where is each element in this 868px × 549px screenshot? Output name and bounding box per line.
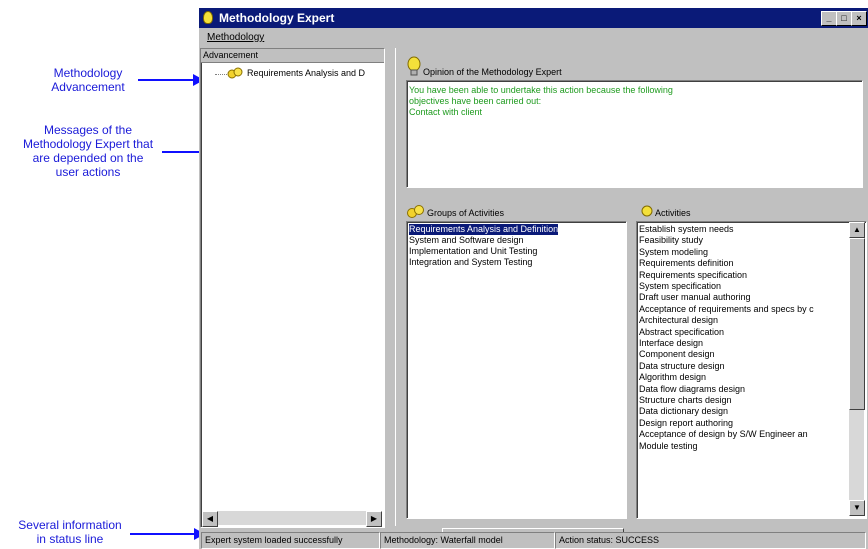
activity-item[interactable]: Structure charts design [639,395,732,406]
group-item[interactable]: Implementation and Unit Testing [409,246,537,257]
status-bar: Expert system loaded successfully Method… [199,530,868,549]
activity-item[interactable]: Data structure design [639,361,725,372]
scroll-down-button[interactable]: ▼ [849,500,865,516]
activity-item[interactable]: Draft user manual authoring [639,292,751,303]
activity-item[interactable]: Requirements specification [639,270,747,281]
right-area: Opinion of the Methodology Expert You ha… [395,48,868,548]
activities-bulb-icon [641,205,653,217]
advancement-hscrollbar[interactable]: ◀ ▶ [202,511,382,527]
activities-vscrollbar[interactable]: ▲ ▼ [849,222,865,516]
activity-item[interactable]: Module testing [639,441,698,452]
annotation-line: Methodology [53,66,123,80]
maximize-button[interactable]: □ [836,11,852,26]
activity-item[interactable]: Data dictionary design [639,406,728,417]
groups-header: Groups of Activities [427,208,505,218]
annotation-arrow [130,533,197,535]
opinion-header: Opinion of the Methodology Expert [423,67,562,77]
activities-group-icon [227,67,243,79]
activity-item[interactable]: Algorithm design [639,372,706,383]
groups-icon [407,205,424,218]
close-button[interactable]: × [851,11,867,26]
annotation-methodology-advancement: Methodology Advancement [28,66,148,94]
group-item[interactable]: System and Software design [409,235,524,246]
annotation-line: Several information [18,518,122,532]
annotation-line: Advancement [51,80,125,94]
status-methodology: Methodology: Waterfall model [380,532,555,549]
advancement-header: Advancement [201,49,384,63]
activity-item[interactable]: Acceptance of design by S/W Engineer an [639,429,808,440]
status-loaded: Expert system loaded successfully [201,532,380,549]
opinion-message-line: You have been able to undertake this act… [409,85,673,95]
scroll-up-button[interactable]: ▲ [849,222,865,238]
opinion-message-box: You have been able to undertake this act… [406,80,863,188]
minimize-button[interactable]: _ [821,11,837,26]
activity-item[interactable]: Architectural design [639,315,718,326]
activities-header: Activities [655,208,691,218]
scroll-right-button[interactable]: ▶ [366,511,382,527]
advancement-header-label: Advancement [203,50,259,60]
advancement-panel: Advancement Requirements Analysis and D … [200,48,385,528]
annotation-line: Methodology Expert that [22,137,154,151]
annotation-line: are depended on the [32,151,144,165]
group-item[interactable]: Requirements Analysis and Definition [409,224,559,235]
annotation-line: user actions [55,165,121,179]
activity-item[interactable]: Design report authoring [639,418,733,429]
activity-item[interactable]: Abstract specification [639,327,724,338]
activity-item[interactable]: Data flow diagrams design [639,384,745,395]
groups-list[interactable]: Requirements Analysis and Definition Sys… [406,221,627,519]
annotation-messages: Messages of the Methodology Expert that … [0,123,176,179]
tree-item-requirements[interactable]: Requirements Analysis and D [247,68,365,78]
annotation-arrow [138,79,196,81]
activity-item[interactable]: Feasibility study [639,235,703,246]
annotation-status: Several information in status line [0,518,140,546]
app-bulb-icon [203,11,213,24]
window-title: Methodology Expert [219,11,335,25]
status-action: Action status: SUCCESS [555,532,866,549]
annotation-line: Messages of the [43,123,133,137]
activities-list[interactable]: Establish system needs Feasibility study S… [636,221,867,519]
activity-item[interactable]: Acceptance of requirements and specs by … [639,304,814,315]
scroll-left-button[interactable]: ◀ [202,511,218,527]
activity-item[interactable]: Component design [639,349,715,360]
scroll-thumb[interactable] [849,238,865,410]
activity-item[interactable]: Requirements definition [639,258,734,269]
opinion-message-line: Contact with client [409,107,483,117]
tree-connector [215,74,227,75]
activity-item[interactable]: System modeling [639,247,708,258]
activity-item[interactable]: Establish system needs [639,224,734,235]
opinion-message-line: objectives have been carried out: [409,96,542,106]
menu-methodology[interactable]: Methodology [207,32,264,43]
app-window: Methodology Expert _ □ × Methodology Adv… [199,8,868,549]
menu-bar: Methodology [199,28,868,47]
title-bar[interactable]: Methodology Expert _ □ × [199,8,868,28]
annotation-line: in status line [36,532,104,546]
activity-item[interactable]: Interface design [639,338,703,349]
group-item[interactable]: Integration and System Testing [409,257,532,268]
activity-item[interactable]: System specification [639,281,721,292]
opinion-bulb-icon [407,56,421,76]
